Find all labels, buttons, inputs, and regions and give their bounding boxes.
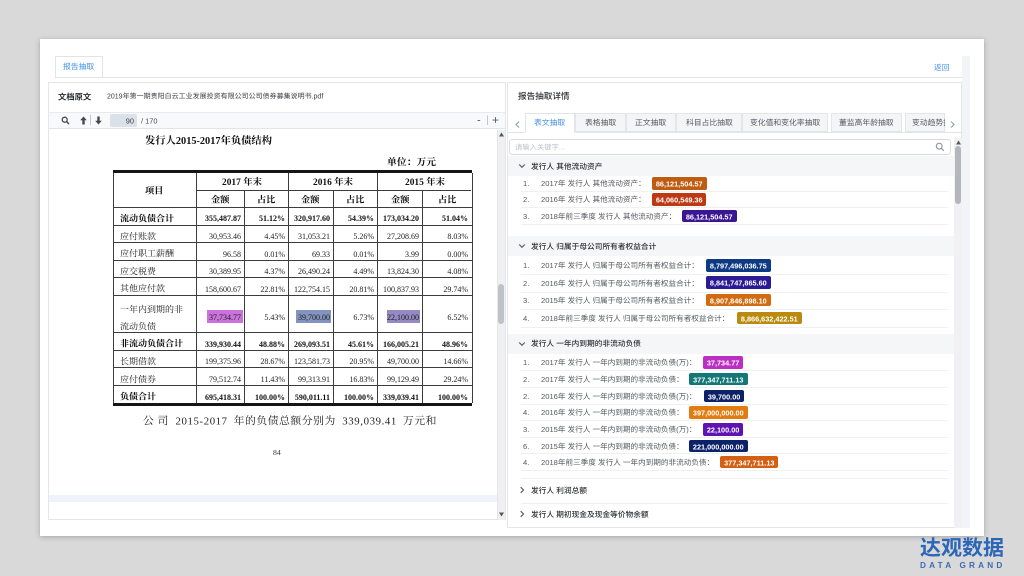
svg-text:8.03%: 8.03% (448, 232, 469, 241)
svg-text:86,121,504.57: 86,121,504.57 (686, 212, 733, 221)
svg-text:2016: 2016 (541, 408, 558, 417)
svg-text:8,907,846,898.10: 8,907,846,898.10 (710, 296, 767, 305)
svg-text:2016: 2016 (541, 392, 558, 401)
svg-text:2015: 2015 (405, 178, 424, 188)
svg-text:6.52%: 6.52% (448, 313, 469, 322)
svg-text:29.74%: 29.74% (444, 285, 469, 294)
svg-text:2015: 2015 (541, 442, 558, 451)
svg-text:/ 170: / 170 (141, 117, 157, 126)
svg-text:): ) (686, 392, 689, 401)
svg-text:2017: 2017 (541, 179, 558, 188)
svg-text:0.00%: 0.00% (448, 250, 469, 259)
svg-text:.pdf: .pdf (311, 93, 323, 100)
svg-text:): ) (686, 358, 689, 367)
svg-text:90: 90 (126, 117, 134, 126)
svg-text:377,347,711.13: 377,347,711.13 (724, 458, 774, 467)
svg-text:2015-2017: 2015-2017 (176, 416, 228, 428)
svg-text:22,100.00: 22,100.00 (706, 425, 738, 434)
svg-text:2017: 2017 (541, 358, 558, 367)
svg-text:8,866,632,422.51: 8,866,632,422.51 (741, 314, 798, 323)
svg-text:-: - (477, 115, 481, 127)
svg-text:2015: 2015 (541, 425, 558, 434)
svg-text:): ) (686, 425, 689, 434)
svg-text:2017: 2017 (222, 178, 241, 188)
svg-text:2015: 2015 (541, 296, 558, 305)
svg-text:86,121,504.57: 86,121,504.57 (656, 179, 703, 188)
svg-text:100.00%: 100.00% (438, 393, 468, 402)
svg-text:2.: 2. (523, 278, 529, 287)
svg-text:2.: 2. (523, 375, 529, 384)
svg-text:2016: 2016 (313, 178, 332, 188)
svg-text:51.04%: 51.04% (442, 214, 468, 223)
svg-text:3.: 3. (523, 296, 529, 305)
svg-text:2015-2017: 2015-2017 (175, 136, 220, 147)
svg-text:2018: 2018 (541, 314, 558, 323)
svg-text:39,700.00: 39,700.00 (708, 392, 740, 401)
svg-text:2.: 2. (523, 392, 529, 401)
svg-text:2.: 2. (523, 195, 529, 204)
svg-text:377,347,711.13: 377,347,711.13 (693, 375, 743, 384)
svg-text:1.: 1. (523, 261, 529, 270)
svg-text:1.: 1. (523, 179, 529, 188)
svg-text:4.: 4. (523, 458, 529, 467)
svg-text:(: ( (676, 425, 679, 434)
svg-text:2017: 2017 (541, 375, 558, 384)
svg-text:84: 84 (273, 448, 281, 457)
svg-text:4.: 4. (523, 314, 529, 323)
svg-text:3.: 3. (523, 212, 529, 221)
svg-text:2018: 2018 (541, 212, 558, 221)
svg-text:4.08%: 4.08% (448, 267, 469, 276)
svg-text:221,000,000.00: 221,000,000.00 (693, 442, 744, 451)
svg-text:397,000,000.00: 397,000,000.00 (693, 409, 744, 418)
svg-text:37,734.77: 37,734.77 (706, 358, 738, 367)
svg-text:14.66%: 14.66% (444, 357, 469, 366)
svg-text:1.: 1. (523, 358, 529, 367)
svg-text:DATA GRAND: DATA GRAND (920, 561, 1006, 570)
svg-text:4.: 4. (523, 408, 529, 417)
svg-text:2016: 2016 (541, 195, 558, 204)
svg-text:(: ( (676, 392, 679, 401)
svg-text:+: + (492, 113, 499, 127)
svg-text:2016: 2016 (541, 278, 558, 287)
svg-text:2018: 2018 (541, 458, 558, 467)
svg-text:2017: 2017 (541, 261, 558, 270)
svg-text:29.24%: 29.24% (444, 375, 469, 384)
svg-text:8,841,747,865.60: 8,841,747,865.60 (710, 279, 767, 288)
svg-text:3.: 3. (523, 425, 529, 434)
svg-text:(: ( (676, 358, 679, 367)
svg-text:6.: 6. (523, 442, 529, 451)
svg-text:339,039.41: 339,039.41 (342, 416, 397, 428)
svg-text:2019: 2019 (107, 93, 123, 100)
svg-text:8,797,496,036.75: 8,797,496,036.75 (710, 261, 767, 270)
svg-text:48.96%: 48.96% (442, 340, 468, 349)
svg-text:64,060,549.36: 64,060,549.36 (655, 195, 702, 204)
svg-text:...: ... (558, 142, 564, 151)
